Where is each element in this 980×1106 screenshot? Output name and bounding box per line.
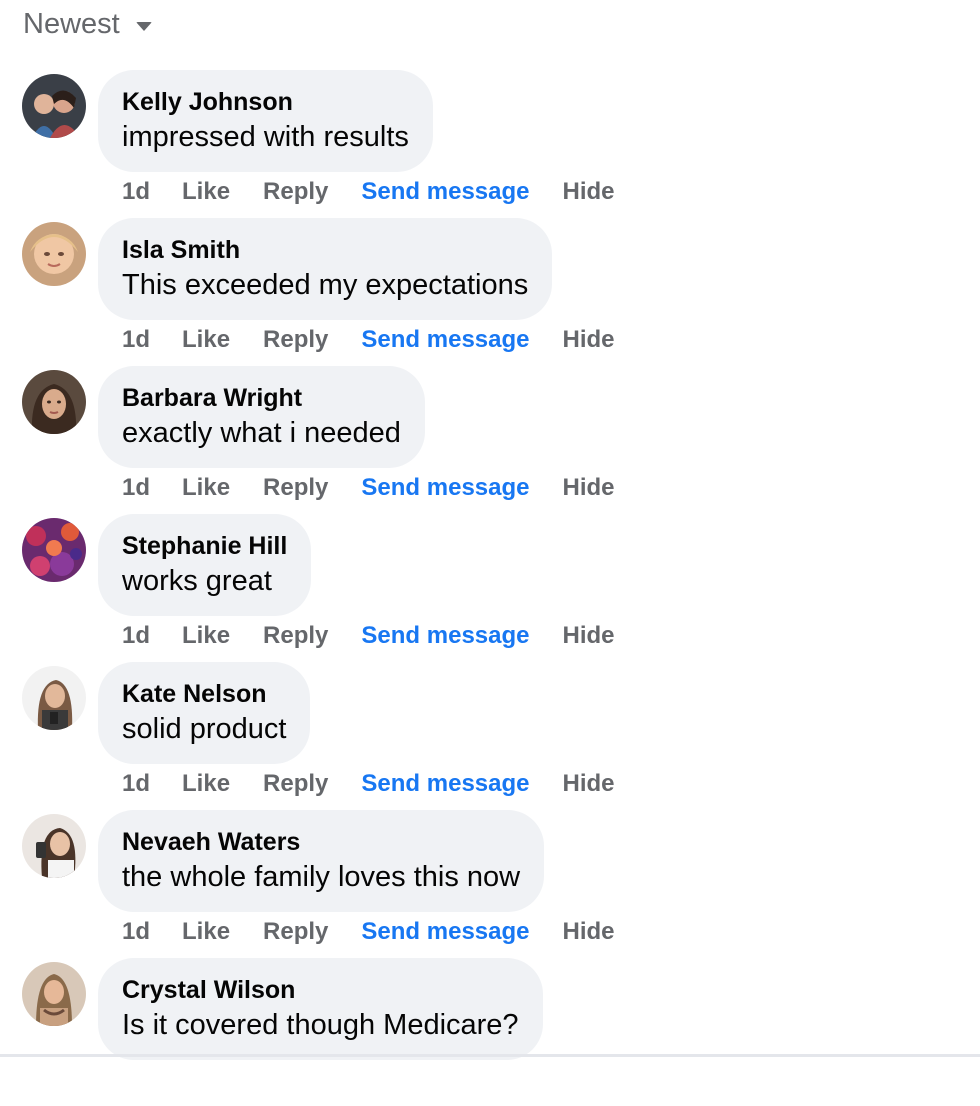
caret-down-icon [135, 22, 152, 31]
comment-author[interactable]: Kelly Johnson [122, 86, 409, 118]
comment: Crystal Wilson Is it covered though Medi… [0, 958, 980, 1106]
comment-text: exactly what i needed [122, 417, 401, 449]
comment-bubble: Crystal Wilson Is it covered though Medi… [98, 958, 543, 1060]
comment: Stephanie Hill works great 1d Like Reply… [0, 514, 980, 662]
comment-author[interactable]: Stephanie Hill [122, 530, 287, 562]
comment: Barbara Wright exactly what i needed 1d … [0, 366, 980, 514]
send-message-button[interactable]: Send message [361, 474, 529, 502]
avatar[interactable] [22, 518, 86, 582]
avatar[interactable] [22, 666, 86, 730]
comment-text: the whole family loves this now [122, 861, 521, 893]
like-button[interactable]: Like [182, 770, 230, 798]
like-button[interactable]: Like [182, 622, 230, 650]
like-button[interactable]: Like [182, 326, 230, 354]
comment-bubble: Isla Smith This exceeded my expectations [98, 218, 553, 320]
avatar[interactable] [22, 74, 86, 138]
sort-label: Newest [23, 8, 120, 40]
avatar[interactable] [22, 370, 86, 434]
reply-button[interactable]: Reply [263, 326, 328, 354]
comment-timestamp[interactable]: 1d [122, 326, 150, 354]
comment-timestamp[interactable]: 1d [122, 770, 150, 798]
reply-button[interactable]: Reply [263, 770, 328, 798]
reply-button[interactable]: Reply [263, 918, 328, 946]
send-message-button[interactable]: Send message [361, 326, 529, 354]
comment-text: works great [122, 565, 272, 597]
comment: Kate Nelson solid product 1d Like Reply … [0, 662, 980, 810]
comment-text: solid product [122, 713, 287, 745]
reply-button[interactable]: Reply [263, 474, 328, 502]
comment-author[interactable]: Crystal Wilson [122, 974, 519, 1006]
comment-text: impressed with results [122, 121, 409, 153]
comment-actions: 1d Like Reply Send message Hide [122, 474, 615, 502]
send-message-button[interactable]: Send message [361, 918, 529, 946]
send-message-button[interactable]: Send message [361, 622, 529, 650]
comment-timestamp[interactable]: 1d [122, 178, 150, 206]
comment-bubble: Barbara Wright exactly what i needed [98, 366, 425, 468]
comment-timestamp[interactable]: 1d [122, 474, 150, 502]
comment: Kelly Johnson impressed with results 1d … [0, 70, 980, 218]
comment-text: Is it covered though Medicare? [122, 1009, 519, 1041]
comment-text: This exceeded my expectations [122, 269, 529, 301]
comment-actions: 1d Like Reply Send message Hide [122, 326, 615, 354]
reply-button[interactable]: Reply [263, 178, 328, 206]
hide-button[interactable]: Hide [563, 770, 615, 798]
like-button[interactable]: Like [182, 474, 230, 502]
sort-dropdown[interactable]: Newest [23, 8, 152, 41]
comment-author[interactable]: Nevaeh Waters [122, 826, 520, 858]
comment-actions: 1d Like Reply Send message Hide [122, 770, 615, 798]
comment-list: Kelly Johnson impressed with results 1d … [0, 70, 980, 1106]
comment-actions: 1d Like Reply Send message Hide [122, 622, 615, 650]
comment-timestamp[interactable]: 1d [122, 622, 150, 650]
send-message-button[interactable]: Send message [361, 178, 529, 206]
like-button[interactable]: Like [182, 178, 230, 206]
avatar[interactable] [22, 222, 86, 286]
comment-timestamp[interactable]: 1d [122, 918, 150, 946]
comment-author[interactable]: Isla Smith [122, 234, 528, 266]
comment-actions: 1d Like Reply Send message Hide [122, 178, 615, 206]
hide-button[interactable]: Hide [563, 326, 615, 354]
avatar[interactable] [22, 814, 86, 878]
reply-button[interactable]: Reply [263, 622, 328, 650]
comment-actions: 1d Like Reply Send message Hide [122, 918, 615, 946]
comment: Nevaeh Waters the whole family loves thi… [0, 810, 980, 958]
comment-bubble: Nevaeh Waters the whole family loves thi… [98, 810, 545, 912]
comment-bubble: Stephanie Hill works great [98, 514, 312, 616]
comment-author[interactable]: Kate Nelson [122, 678, 286, 710]
hide-button[interactable]: Hide [563, 474, 615, 502]
hide-button[interactable]: Hide [563, 178, 615, 206]
comment-bubble: Kelly Johnson impressed with results [98, 70, 433, 172]
comment: Isla Smith This exceeded my expectations… [0, 218, 980, 366]
hide-button[interactable]: Hide [563, 622, 615, 650]
send-message-button[interactable]: Send message [361, 770, 529, 798]
like-button[interactable]: Like [182, 918, 230, 946]
comment-bubble: Kate Nelson solid product [98, 662, 311, 764]
avatar[interactable] [22, 962, 86, 1026]
hide-button[interactable]: Hide [563, 918, 615, 946]
comment-author[interactable]: Barbara Wright [122, 382, 401, 414]
